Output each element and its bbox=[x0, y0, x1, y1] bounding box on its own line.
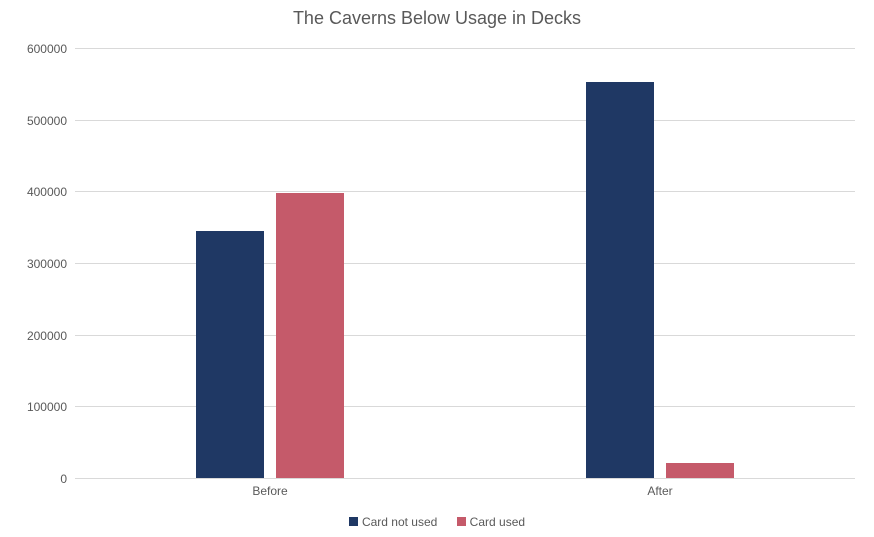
chart-container: The Caverns Below Usage in Decks 0 10000… bbox=[0, 0, 874, 537]
chart-title: The Caverns Below Usage in Decks bbox=[0, 8, 874, 29]
y-tick-4: 400000 bbox=[27, 185, 67, 199]
bar-before-used bbox=[276, 193, 344, 478]
bar-after-used bbox=[666, 463, 734, 478]
bar-before-not-used bbox=[196, 231, 264, 478]
legend-label: Card not used bbox=[362, 515, 437, 529]
legend-swatch-icon bbox=[457, 517, 466, 526]
bars-layer bbox=[75, 48, 855, 478]
y-tick-3: 300000 bbox=[27, 257, 67, 271]
y-tick-6: 600000 bbox=[27, 42, 67, 56]
legend: Card not used Card used bbox=[0, 515, 874, 530]
y-tick-1: 100000 bbox=[27, 400, 67, 414]
legend-label: Card used bbox=[470, 515, 525, 529]
y-tick-0: 0 bbox=[60, 472, 67, 486]
y-tick-2: 200000 bbox=[27, 329, 67, 343]
x-tick-after: After bbox=[647, 484, 672, 498]
legend-swatch-icon bbox=[349, 517, 358, 526]
plot-area: 0 100000 200000 300000 400000 500000 600… bbox=[75, 48, 855, 478]
y-tick-5: 500000 bbox=[27, 114, 67, 128]
legend-item-used: Card used bbox=[457, 515, 525, 529]
bar-after-not-used bbox=[586, 82, 654, 478]
legend-item-not-used: Card not used bbox=[349, 515, 437, 529]
x-tick-before: Before bbox=[252, 484, 287, 498]
